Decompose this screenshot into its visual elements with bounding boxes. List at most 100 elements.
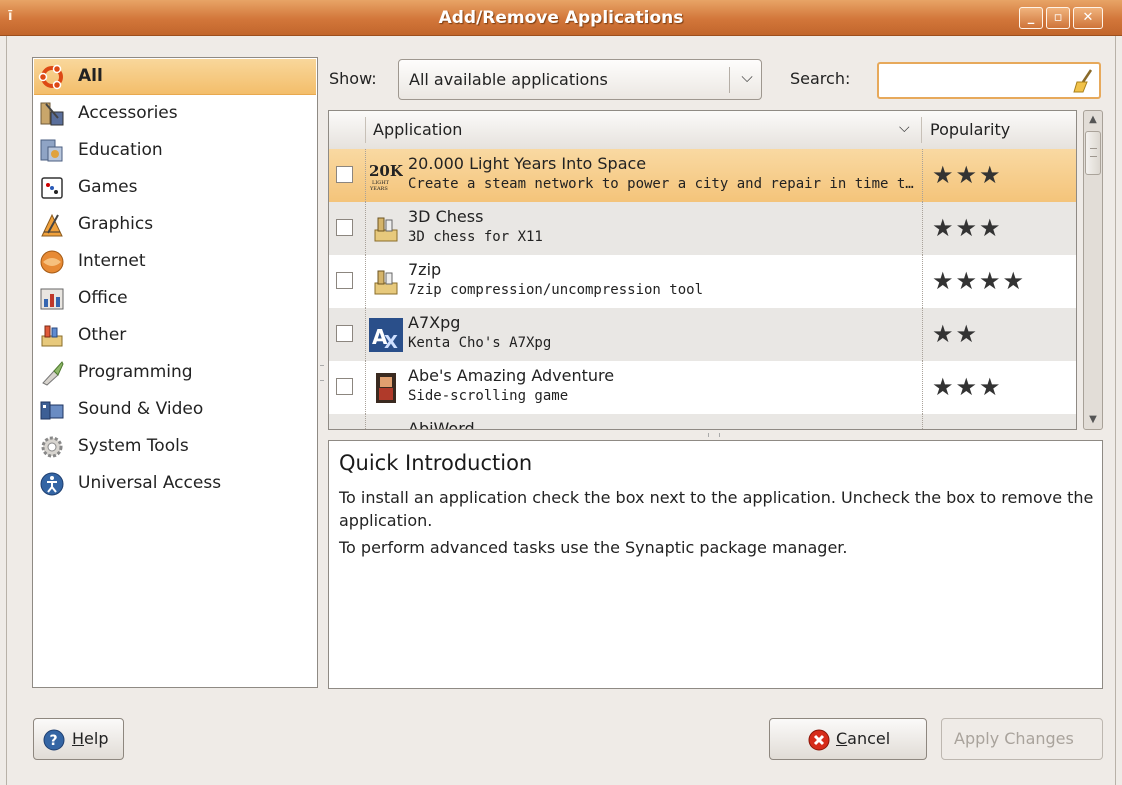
divider [922, 255, 923, 308]
category-list[interactable]: All Accessories Education Games Graphics… [32, 57, 318, 688]
table-row[interactable]: 7zip 7zip compression/uncompression tool… [329, 255, 1076, 308]
divider [922, 149, 923, 202]
install-checkbox[interactable] [336, 325, 353, 342]
show-filter-value: All available applications [409, 70, 608, 89]
svg-text:20K: 20K [369, 162, 403, 180]
category-label: Office [78, 288, 128, 308]
category-internet[interactable]: Internet [34, 244, 316, 280]
search-input[interactable] [877, 62, 1101, 99]
table-row[interactable]: AX A7Xpg Kenta Cho's A7Xpg ★★ [329, 308, 1076, 361]
description-title: Quick Introduction [339, 451, 533, 475]
svg-text:YEARS: YEARS [369, 186, 388, 192]
divider [365, 414, 366, 429]
category-label: Sound & Video [78, 399, 204, 419]
popularity-stars: ★★★★ [932, 426, 1026, 429]
ubuntu-logo-icon [38, 64, 63, 90]
show-filter-select[interactable]: All available applications ⌵ [398, 59, 762, 100]
category-all[interactable]: All [34, 59, 316, 95]
divider [365, 255, 366, 308]
application-name: 3D Chess [408, 207, 484, 226]
table-scrollbar[interactable]: ▲ ▼ [1083, 110, 1103, 430]
category-programming[interactable]: Programming [34, 355, 316, 391]
category-office[interactable]: Office [34, 281, 316, 317]
clear-search-icon[interactable] [1071, 68, 1095, 94]
label-rest: elp [84, 729, 109, 748]
application-description: 7zip compression/uncompression tool [408, 282, 704, 298]
help-icon: ? [43, 729, 65, 751]
apply-label: Apply Changes [954, 729, 1074, 748]
package-icon [374, 270, 398, 295]
column-header-popularity[interactable]: Popularity [930, 120, 1010, 139]
label-rest: ancel [847, 729, 891, 748]
programming-icon [42, 361, 64, 386]
table-header: Application ⌵ Popularity [329, 111, 1076, 150]
internet-icon [40, 250, 64, 274]
window-title: Add/Remove Applications [438, 8, 684, 28]
category-label: Universal Access [78, 473, 222, 493]
minimize-button[interactable]: _ [1019, 7, 1043, 29]
title-bar: ī Add/Remove Applications _ ▫ ✕ [0, 0, 1122, 36]
divider [365, 202, 366, 255]
scroll-up-icon[interactable]: ▲ [1084, 111, 1102, 129]
description-text: To install an application check the box … [339, 488, 1094, 530]
category-label: Education [78, 140, 163, 160]
category-graphics[interactable]: Graphics [34, 207, 316, 243]
package-icon [369, 424, 403, 430]
column-header-application[interactable]: Application [373, 120, 462, 139]
install-checkbox[interactable] [336, 378, 353, 395]
cancel-button[interactable]: Cancel [769, 718, 927, 760]
table-row[interactable]: 3D Chess 3D chess for X11 ★★★ [329, 202, 1076, 255]
category-label: Internet [78, 251, 146, 271]
popularity-stars: ★★★ [932, 161, 1003, 189]
package-icon [374, 217, 398, 242]
maximize-button[interactable]: ▫ [1046, 7, 1070, 29]
scroll-down-icon[interactable]: ▼ [1084, 411, 1102, 429]
grip-icon [1090, 148, 1097, 157]
pane-splitter-handle[interactable] [320, 365, 324, 381]
category-education[interactable]: Education [34, 133, 316, 169]
maximize-icon: ▫ [1053, 10, 1063, 25]
divider [729, 67, 730, 93]
application-description: Create a steam network to power a city a… [408, 176, 920, 192]
close-icon: ✕ [1082, 10, 1094, 25]
category-games[interactable]: Games [34, 170, 316, 206]
category-sound-video[interactable]: Sound & Video [34, 392, 316, 428]
table-row[interactable]: AbiWord ★★★★ [329, 414, 1076, 430]
education-icon [40, 139, 63, 162]
close-button[interactable]: ✕ [1073, 7, 1103, 29]
abe-app-icon [376, 373, 396, 403]
search-label: Search: [790, 69, 851, 88]
category-label: Programming [78, 362, 193, 382]
category-accessories[interactable]: Accessories [34, 96, 316, 132]
help-button[interactable]: ? Help [33, 718, 124, 760]
pane-splitter-handle[interactable] [708, 433, 720, 437]
mnemonic: H [72, 729, 85, 748]
a7xpg-app-icon: AX [369, 318, 403, 352]
popularity-stars: ★★★★ [932, 267, 1027, 295]
cancel-label: Cancel [836, 729, 890, 748]
table-row[interactable]: 20K LIGHT YEARS 20.000 Light Years Into … [329, 149, 1076, 202]
scrollbar-thumb[interactable] [1085, 131, 1101, 175]
category-label: System Tools [78, 436, 189, 456]
divider [922, 361, 923, 414]
application-table[interactable]: Application ⌵ Popularity 20K LIGHT YEARS… [328, 110, 1077, 430]
sort-chevron-icon: ⌵ [899, 120, 910, 136]
sound-video-icon [40, 401, 64, 420]
minimize-icon: _ [1027, 10, 1035, 25]
install-checkbox[interactable] [336, 219, 353, 236]
install-checkbox[interactable] [336, 166, 353, 183]
popularity-stars: ★★★ [932, 214, 1003, 242]
apply-changes-button[interactable]: Apply Changes [941, 718, 1103, 760]
category-system-tools[interactable]: System Tools [34, 429, 316, 465]
table-row[interactable]: Abe's Amazing Adventure Side-scrolling g… [329, 361, 1076, 414]
accessories-icon [40, 102, 64, 126]
svg-text:?: ? [50, 733, 58, 749]
mnemonic: C [836, 729, 848, 748]
show-label: Show: [329, 69, 377, 88]
install-checkbox[interactable] [336, 272, 353, 289]
divider [922, 202, 923, 255]
games-icon [41, 177, 63, 199]
category-other[interactable]: Other [34, 318, 316, 354]
category-universal-access[interactable]: Universal Access [34, 466, 316, 502]
divider [365, 117, 366, 143]
